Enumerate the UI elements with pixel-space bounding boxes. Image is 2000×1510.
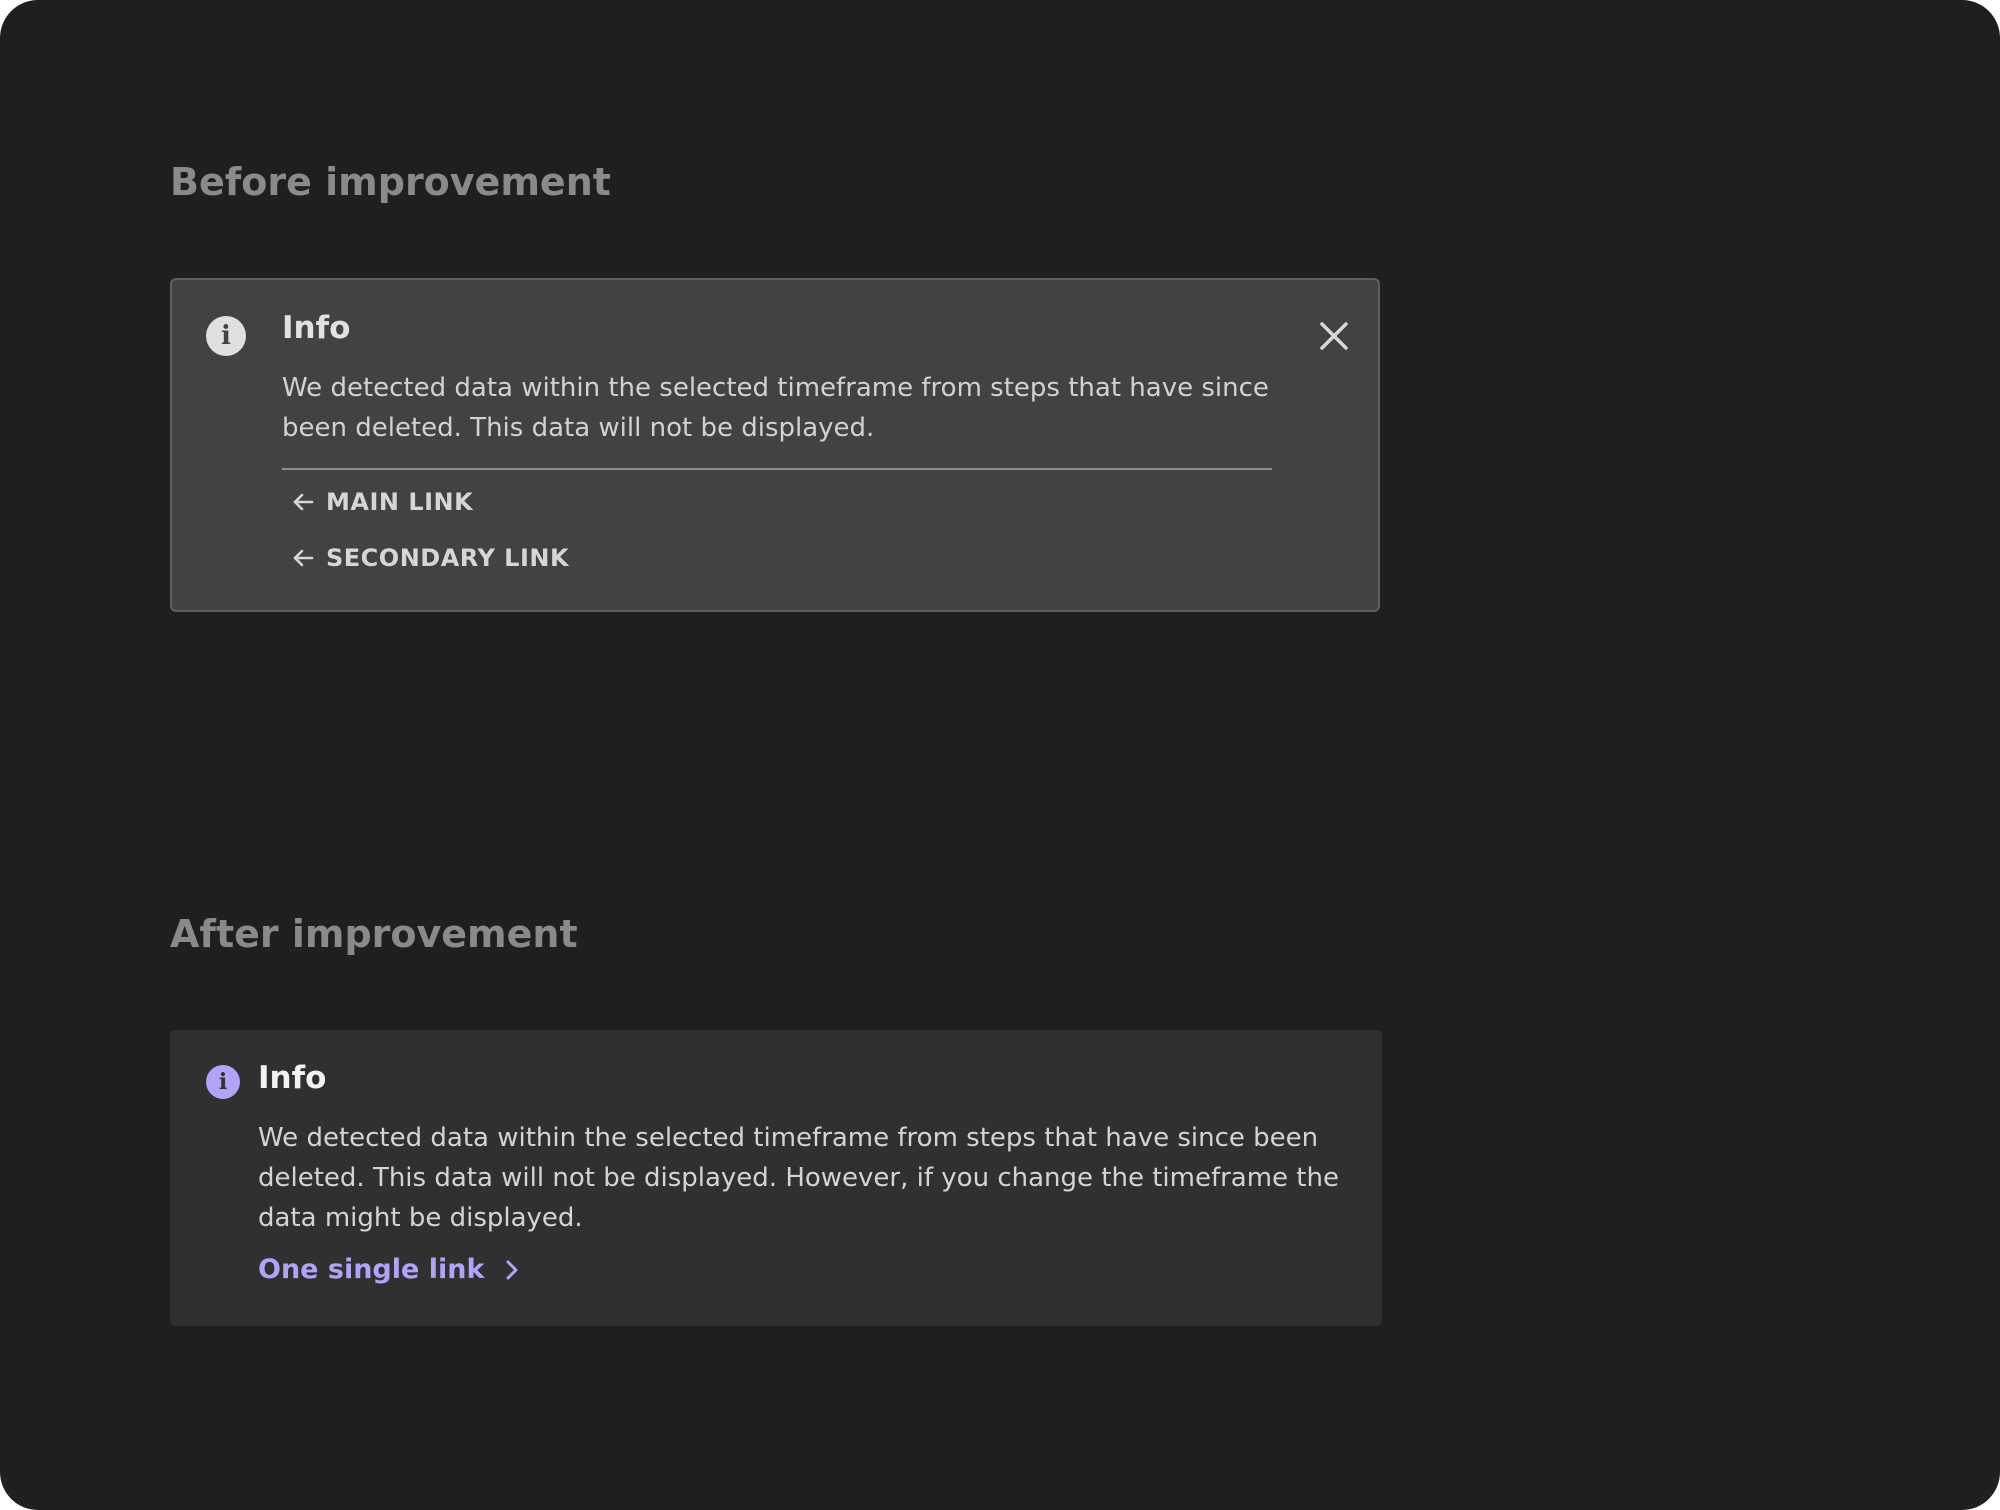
close-icon <box>1320 322 1348 350</box>
after-banner-message: We detected data within the selected tim… <box>258 1123 1339 1233</box>
arrow-left-icon <box>293 549 314 567</box>
single-link[interactable]: One single link <box>258 1254 524 1285</box>
single-link-label: One single link <box>258 1254 485 1285</box>
close-button[interactable] <box>1312 314 1356 358</box>
after-info-banner: i Info We detected data within the selec… <box>170 1030 1382 1326</box>
before-banner-title: Info <box>282 310 351 346</box>
before-info-banner: i Info We detected data within the selec… <box>170 278 1380 612</box>
after-section-title: After improvement <box>170 912 578 956</box>
after-banner-title: Info <box>258 1060 327 1096</box>
before-banner-message: We detected data within the selected tim… <box>282 373 1269 443</box>
info-icon: i <box>206 316 246 356</box>
divider <box>282 468 1272 470</box>
before-section-title: Before improvement <box>170 160 611 204</box>
main-link-label: MAIN LINK <box>326 488 474 516</box>
main-link[interactable]: MAIN LINK <box>290 488 473 516</box>
chevron-right-icon <box>506 1260 518 1279</box>
secondary-link-label: SECONDARY LINK <box>326 544 570 572</box>
arrow-left-icon <box>293 493 314 511</box>
canvas-frame: Before improvement i Info We detected da… <box>0 0 2000 1510</box>
secondary-link[interactable]: SECONDARY LINK <box>290 544 569 572</box>
info-icon: i <box>206 1065 240 1099</box>
